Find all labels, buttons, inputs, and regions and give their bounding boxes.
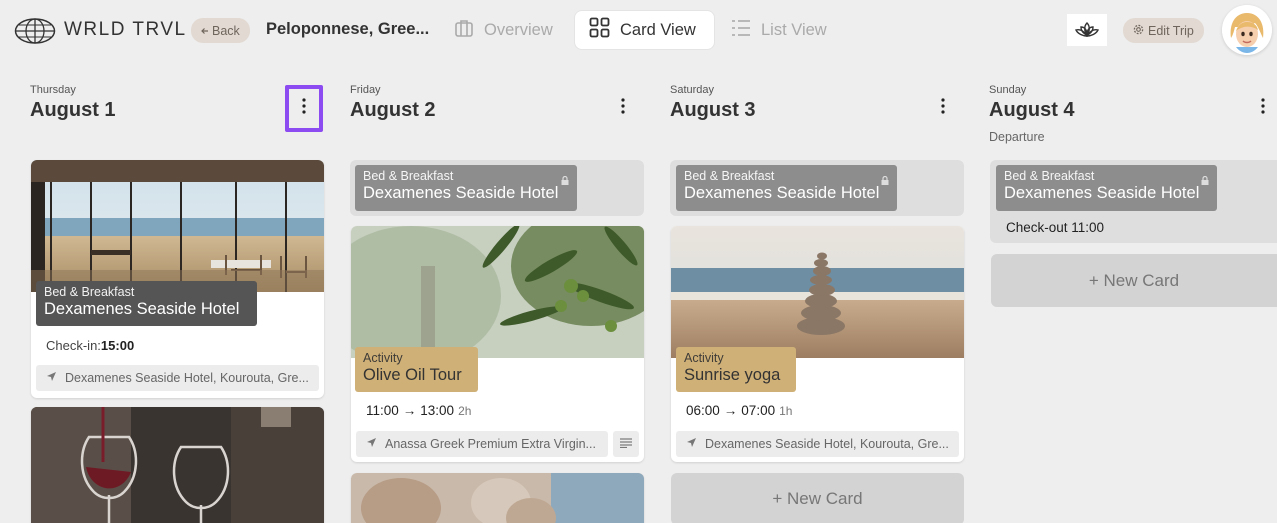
kebab-icon [621,98,625,119]
wine-photo [31,407,324,523]
card-type: Activity [684,351,724,365]
hotel-label: Bed & Breakfast Dexamenes Seaside Hotel [676,165,897,211]
navigation-arrow-icon [46,371,57,385]
list-icon [731,19,751,42]
tab-card-view-label: Card View [620,20,696,39]
day-menu-button[interactable] [1244,85,1277,132]
day-menu-button[interactable] [285,85,323,132]
notes-icon [620,435,632,453]
location-bar[interactable]: Anassa Greek Premium Extra Virgin... [356,431,608,457]
card-type: Bed & Breakfast [363,169,454,183]
checkout-info: Check-out 11:00 [1006,220,1105,235]
lock-icon [1201,172,1209,185]
wine-card[interactable] [31,407,324,523]
logo-text[interactable]: WRLD TRVL [64,19,187,41]
tab-list-view[interactable]: List View [731,11,827,49]
arrow-left-icon [201,24,209,38]
arrow-right-icon: → [402,403,417,418]
activity-label: Activity Olive Oil Tour [355,347,478,392]
time-range: 06:00 → 07:00 1h [686,403,792,418]
checkin-time: 15:00 [100,338,135,353]
time-range: 11:00 → 13:00 2h [366,403,471,418]
olive-photo [351,226,644,358]
card-type: Bed & Breakfast [1004,169,1095,183]
hotel-card[interactable]: Bed & Breakfast Dexamenes Seaside Hotel … [31,160,324,398]
arrow-right-icon: → [723,403,738,418]
statue-photo [351,473,644,523]
hotel-label: Bed & Breakfast Dexamenes Seaside Hotel [36,281,257,326]
tab-overview-label: Overview [484,20,553,39]
hotel-stay-card[interactable]: Bed & Breakfast Dexamenes Seaside Hotel … [990,160,1277,243]
yoga-photo [671,226,964,358]
tab-overview[interactable]: Overview [454,11,553,49]
location-bar[interactable]: Dexamenes Seaside Hotel, Kourouta, Gre..… [676,431,959,457]
kebab-icon [302,98,306,119]
activity-card[interactable]: Activity Sunrise yoga 06:00 → 07:00 1h D… [671,226,964,462]
activity-label: Activity Sunrise yoga [676,347,796,392]
location-bar[interactable]: Dexamenes Seaside Hotel, Kourouta, Gre..… [36,365,319,391]
checkin-label: Check-in: [46,338,101,353]
start-time: 11:00 [366,403,399,418]
checkin-info: Check-in:15:00 [46,338,134,353]
card-title: Dexamenes Seaside Hotel [1004,184,1200,202]
card-type: Bed & Breakfast [44,285,135,299]
new-card-button[interactable]: + New Card [991,254,1277,307]
back-button[interactable]: Back [191,18,250,43]
day-weekday: Sunday [989,84,1027,96]
day-column-friday: Friday August 2 [350,84,650,122]
kebab-icon [941,98,945,119]
kebab-icon [1261,98,1265,119]
day-subtitle: Departure [989,130,1045,144]
suitcase-icon [454,18,474,43]
hotel-label: Bed & Breakfast Dexamenes Seaside Hotel [996,165,1217,211]
navigation-arrow-icon [366,437,377,451]
tab-list-view-label: List View [761,20,827,39]
day-menu-button[interactable] [924,85,962,132]
trip-title[interactable]: Peloponnese, Gree... [266,20,429,39]
edit-trip-label: Edit Trip [1148,23,1194,38]
hotel-photo [31,160,324,292]
gear-icon [1133,24,1144,38]
hotel-label: Bed & Breakfast Dexamenes Seaside Hotel [355,165,577,211]
day-column-sunday: Sunday August 4 Departure [989,84,1277,144]
location-text: Dexamenes Seaside Hotel, Kourouta, Gre..… [65,371,309,385]
back-button-label: Back [212,23,240,38]
notes-button[interactable] [613,431,639,457]
end-time: 13:00 [420,403,455,418]
card-title: Olive Oil Tour [363,366,462,384]
card-title: Dexamenes Seaside Hotel [363,184,559,202]
day-column-saturday: Saturday August 3 [670,84,970,122]
activity-card[interactable] [351,473,644,523]
edit-trip-button[interactable]: Edit Trip [1123,18,1204,43]
lock-icon [881,172,889,185]
user-avatar[interactable] [1222,5,1272,55]
new-card-button[interactable]: + New Card [671,473,964,523]
card-title: Sunrise yoga [684,366,781,384]
hotel-stay-card[interactable]: Bed & Breakfast Dexamenes Seaside Hotel [350,160,644,216]
duration: 1h [779,404,793,418]
end-time: 07:00 [741,403,776,418]
day-column-thursday: Thursday August 1 [30,84,330,132]
location-text: Anassa Greek Premium Extra Virgin... [385,437,596,451]
day-menu-button[interactable] [604,85,642,132]
card-title: Dexamenes Seaside Hotel [44,300,240,318]
navigation-arrow-icon [686,437,697,451]
lotus-icon[interactable] [1067,14,1107,46]
card-type: Activity [363,351,403,365]
start-time: 06:00 [686,403,720,418]
top-bar: WRLD TRVL Back Peloponnese, Gree... Over… [0,0,1277,62]
lock-icon [561,172,569,185]
activity-card[interactable]: Activity Olive Oil Tour 11:00 → 13:00 2h… [351,226,644,462]
card-title: Dexamenes Seaside Hotel [684,184,880,202]
globe-icon[interactable] [14,17,56,45]
tab-card-view[interactable]: Card View [575,11,714,49]
duration: 2h [458,404,472,418]
day-date: August 4 [989,99,1075,121]
grid-icon [589,17,610,43]
location-text: Dexamenes Seaside Hotel, Kourouta, Gre..… [705,437,949,451]
card-type: Bed & Breakfast [684,169,775,183]
hotel-stay-card[interactable]: Bed & Breakfast Dexamenes Seaside Hotel [670,160,964,216]
